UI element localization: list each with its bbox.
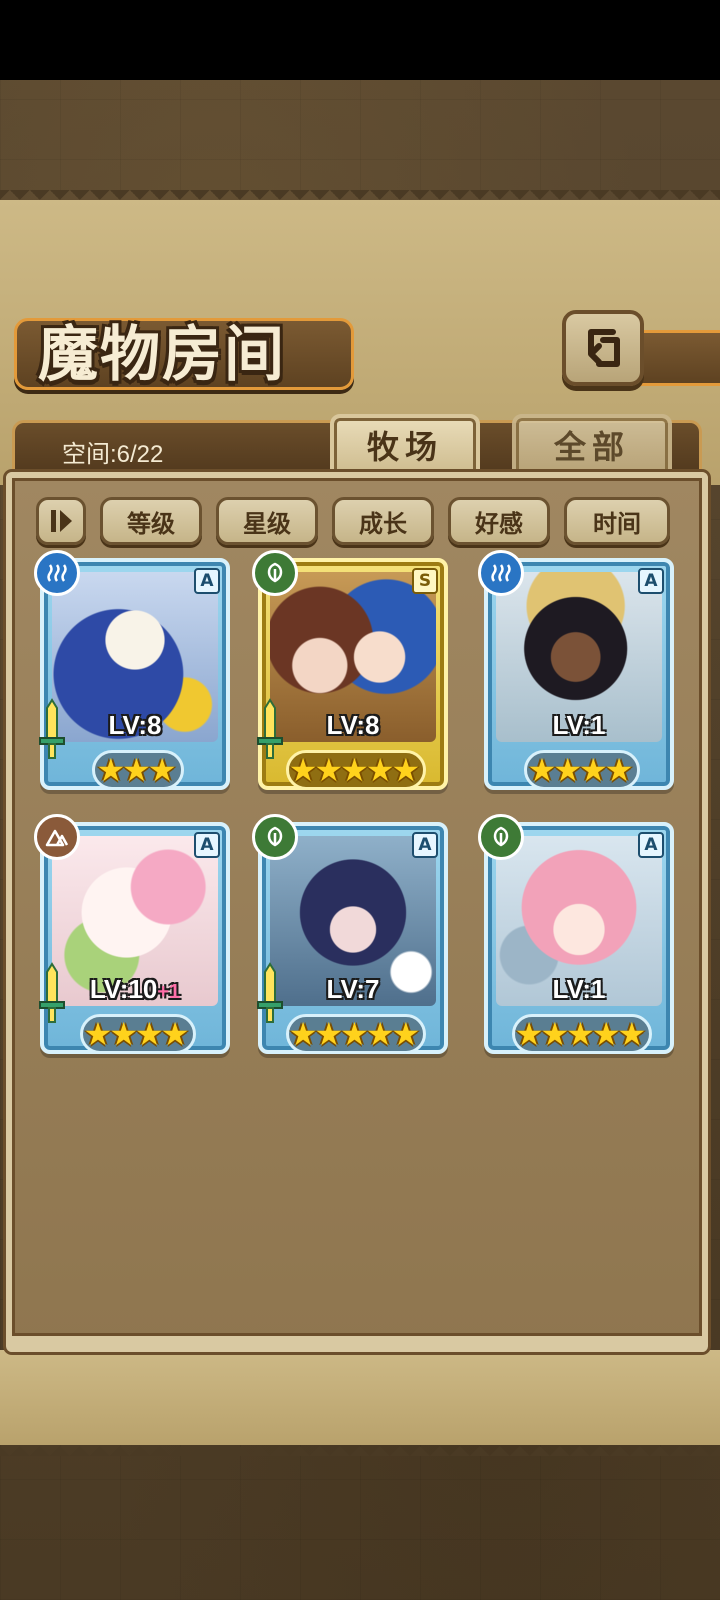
grass-element-icon	[478, 814, 524, 860]
monster-card[interactable]: A LV:1 ★★★★	[478, 550, 680, 790]
rank-tag: A	[412, 832, 438, 858]
footer-parchment	[0, 1350, 720, 1445]
back-button[interactable]	[562, 310, 644, 386]
sort-by-affection-button[interactable]: 好感	[448, 497, 550, 545]
level-value: LV:8	[326, 710, 380, 740]
sort-by-stars-button[interactable]: 星级	[216, 497, 318, 545]
leaf-icon	[267, 826, 283, 847]
level-label: LV:10+1	[40, 974, 230, 1005]
grass-element-icon	[252, 814, 298, 860]
level-value: LV:10	[89, 974, 158, 1004]
star-rating: ★★★★★	[288, 1015, 420, 1053]
monster-card[interactable]: S LV:8 ★★★★★	[252, 550, 454, 790]
storage-space-label: 空间:6/22	[62, 441, 164, 468]
tab-farm[interactable]: 牧场	[330, 414, 480, 476]
level-label: LV:1	[484, 974, 674, 1005]
rank-tag: A	[194, 832, 220, 858]
leaf-icon	[493, 826, 509, 847]
sort-by-level-button[interactable]: 等级	[100, 497, 202, 545]
level-label: LV:1	[484, 710, 674, 741]
level-label: LV:7	[258, 974, 448, 1005]
mountain-icon	[45, 829, 69, 847]
level-value: LV:1	[552, 974, 606, 1004]
footer-zigzag-edge	[0, 1436, 720, 1456]
sort-by-growth-button[interactable]: 成长	[332, 497, 434, 545]
monster-card[interactable]: A LV:7 ★★★★★	[252, 814, 454, 1054]
water-element-icon	[478, 550, 524, 596]
monster-card[interactable]: A LV:8 ★★★	[34, 550, 236, 790]
sort-order-icon	[51, 510, 72, 532]
star-rating: ★★★	[96, 751, 176, 789]
level-label: LV:8	[40, 710, 230, 741]
monster-card[interactable]: A LV:1 ★★★★★	[478, 814, 680, 1054]
rank-tag: S	[412, 568, 438, 594]
rank-tag: A	[638, 568, 664, 594]
header-zigzag-edge	[0, 190, 720, 210]
tab-all[interactable]: 全部	[512, 414, 672, 476]
star-rating: ★★★★	[83, 1015, 190, 1053]
level-value: LV:1	[552, 710, 606, 740]
water-wave-icon	[491, 564, 511, 582]
star-rating: ★★★★★	[288, 751, 420, 789]
water-wave-icon	[47, 564, 67, 582]
sort-by-time-button[interactable]: 时间	[564, 497, 670, 545]
level-value: LV:8	[108, 710, 162, 740]
earth-element-icon	[34, 814, 80, 860]
grass-element-icon	[252, 550, 298, 596]
star-rating: ★★★★	[527, 751, 634, 789]
status-bar	[0, 0, 720, 80]
leaf-icon	[267, 562, 283, 583]
rank-tag: A	[194, 568, 220, 594]
star-rating: ★★★★★	[514, 1015, 646, 1053]
page-title: 魔物房间	[38, 320, 286, 390]
rank-tag: A	[638, 832, 664, 858]
water-element-icon	[34, 550, 80, 596]
level-label: LV:8	[258, 710, 448, 741]
sort-order-toggle[interactable]	[36, 497, 86, 545]
back-rail	[640, 330, 720, 386]
monster-card[interactable]: A LV:10+1 ★★★★	[34, 814, 236, 1054]
level-value: LV:7	[326, 974, 380, 1004]
back-arrow-icon	[588, 329, 620, 367]
level-bonus: +1	[157, 981, 181, 1003]
